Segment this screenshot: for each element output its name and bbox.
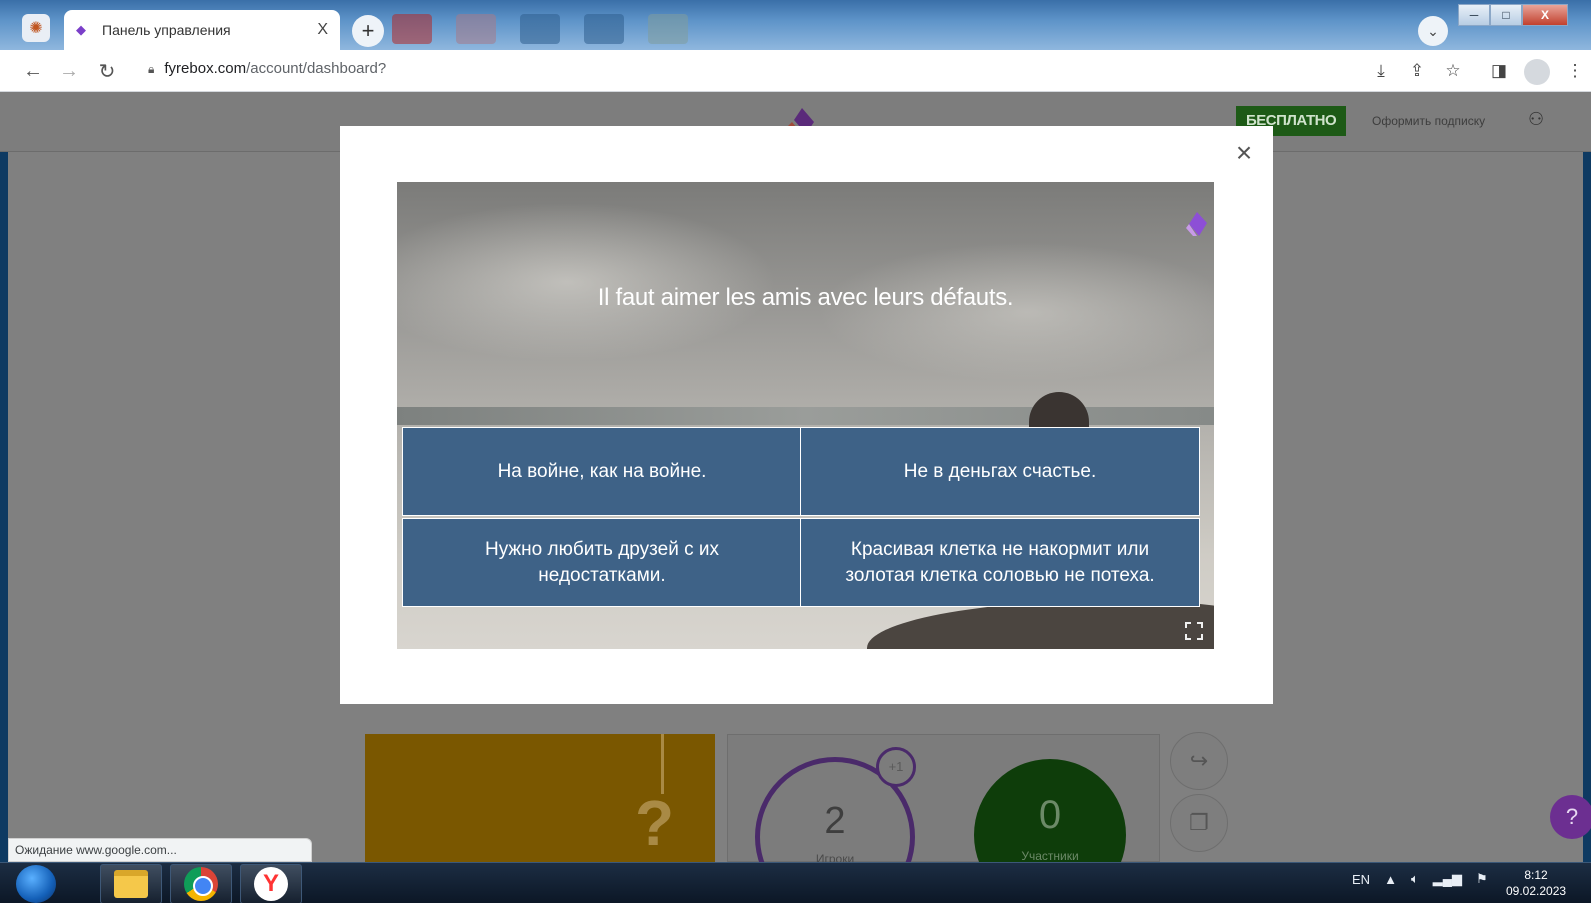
quiz-preview: Il faut aimer les amis avec leurs défaut… <box>397 182 1214 649</box>
system-tray: EN ▲ 🔈︎ ▂▄▆ ⚑ <box>1352 871 1488 887</box>
sea-horizon <box>397 407 1214 425</box>
taskbar-explorer-button[interactable] <box>100 864 162 903</box>
participants-label: Участники <box>1021 849 1079 863</box>
forward-arrow-icon[interactable]: → <box>56 58 82 84</box>
help-question-icon: ? <box>1565 804 1579 829</box>
fyrebox-favicon-icon: ◆ <box>76 22 86 37</box>
reload-icon[interactable]: ↻ <box>94 58 120 84</box>
new-tab-button[interactable]: + <box>352 15 384 47</box>
subscribe-link[interactable]: Оформить подписку <box>1372 114 1485 128</box>
user-account-icon[interactable]: ⚇ <box>1528 109 1550 131</box>
network-signal-icon[interactable]: ▂▄▆ <box>1433 871 1462 887</box>
language-indicator[interactable]: EN <box>1352 872 1370 887</box>
tab-search-dropdown-icon[interactable]: ⌄ <box>1418 16 1448 46</box>
background-rock <box>867 600 1214 649</box>
players-delta-badge: +1 <box>876 747 916 787</box>
taskbar-chrome-button[interactable] <box>170 864 232 903</box>
share-arrow-icon: ↪ <box>1189 748 1209 773</box>
answer-button-3[interactable]: Нужно любить друзей с их недостатками. <box>402 518 802 607</box>
right-edge <box>1583 92 1591 862</box>
tab-search-icon[interactable]: ✺ <box>22 14 50 42</box>
start-button[interactable] <box>16 865 56 903</box>
clock-date: 09.02.2023 <box>1506 884 1567 898</box>
taskbar-yandex-button[interactable]: Y <box>240 864 302 903</box>
quiz-preview-modal: × Il faut aimer les amis avec leurs défa… <box>340 126 1273 704</box>
browser-tab-active[interactable]: ◆ Панель управления X <box>64 10 340 50</box>
browser-toolbar: ← → ↻ 🔒︎ fyrebox.com/account/dashboard? ⤓… <box>0 50 1591 92</box>
answer-button-4[interactable]: Красивая клетка не накормит или золотая … <box>800 518 1200 607</box>
tab-close-icon[interactable]: X <box>317 21 328 39</box>
share-quiz-button[interactable]: ↪ <box>1170 732 1228 790</box>
fyrebox-watermark-icon <box>1186 212 1207 236</box>
install-app-icon[interactable]: ⤓ <box>1368 58 1394 84</box>
page-overlay[interactable]: БЕСПЛАТНО Оформить подписку ⚇ ? 2 Игроки… <box>0 92 1591 903</box>
share-icon[interactable]: ⇪ <box>1404 58 1430 84</box>
maximize-button[interactable]: □ <box>1490 4 1522 26</box>
browser-status-bar: Ожидание www.google.com... <box>8 838 312 862</box>
chrome-icon <box>184 867 218 901</box>
tab-title: Панель управления <box>102 22 231 38</box>
quiz-thumbnail-card[interactable]: ? <box>365 734 715 862</box>
fullscreen-icon[interactable] <box>1185 622 1203 640</box>
help-chat-button[interactable]: ? <box>1550 795 1591 839</box>
browser-menu-icon[interactable]: ⋮ <box>1562 58 1588 84</box>
action-center-flag-icon[interactable]: ⚑ <box>1476 871 1488 887</box>
url-bar[interactable]: 🔒︎ fyrebox.com/account/dashboard? <box>148 60 386 77</box>
side-panel-icon[interactable]: ◨ <box>1486 58 1512 84</box>
profile-avatar[interactable] <box>1524 59 1550 85</box>
answer-button-1[interactable]: На войне, как на войне. <box>402 427 802 516</box>
browser-tab-strip: ✺ ◆ Панель управления X + ⌄ ─ □ X <box>0 0 1591 50</box>
clock-time: 8:12 <box>1524 868 1548 882</box>
answer-button-2[interactable]: Не в деньгах счастье. <box>800 427 1200 516</box>
tray-expand-icon[interactable]: ▲ <box>1384 872 1397 887</box>
copy-icon: ❐ <box>1189 810 1209 835</box>
url-path: /account/dashboard? <box>246 60 387 77</box>
question-mark-icon: ? <box>635 787 675 859</box>
back-arrow-icon[interactable]: ← <box>20 58 46 84</box>
os-taskbar: Y EN ▲ 🔈︎ ▂▄▆ ⚑ 8:12 09.02.2023 <box>0 862 1591 903</box>
yandex-icon: Y <box>254 867 288 901</box>
minimize-button[interactable]: ─ <box>1458 4 1490 26</box>
bookmark-star-icon[interactable]: ☆ <box>1440 58 1466 84</box>
lock-icon: 🔒︎ <box>148 62 155 76</box>
modal-close-icon[interactable]: × <box>1230 139 1258 168</box>
cloud-bg <box>817 242 1214 382</box>
window-controls: ─ □ X <box>1458 4 1568 26</box>
copy-quiz-button[interactable]: ❐ <box>1170 794 1228 852</box>
system-clock[interactable]: 8:12 09.02.2023 <box>1506 867 1566 899</box>
window-close-button[interactable]: X <box>1522 4 1568 26</box>
background-tabs[interactable] <box>392 14 772 46</box>
left-edge <box>0 92 8 862</box>
quiz-question: Il faut aimer les amis avec leurs défaut… <box>597 284 1014 311</box>
volume-icon[interactable]: 🔈︎ <box>1411 871 1419 887</box>
participants-count: 0 <box>1038 793 1062 837</box>
folder-icon <box>114 870 148 898</box>
url-host: fyrebox.com <box>164 60 247 77</box>
stats-card: 2 Игроки +1 0 Участники <box>727 734 1160 903</box>
cloud-bg <box>397 202 777 362</box>
hanging-line <box>661 734 664 794</box>
players-count: 2 <box>824 800 846 842</box>
